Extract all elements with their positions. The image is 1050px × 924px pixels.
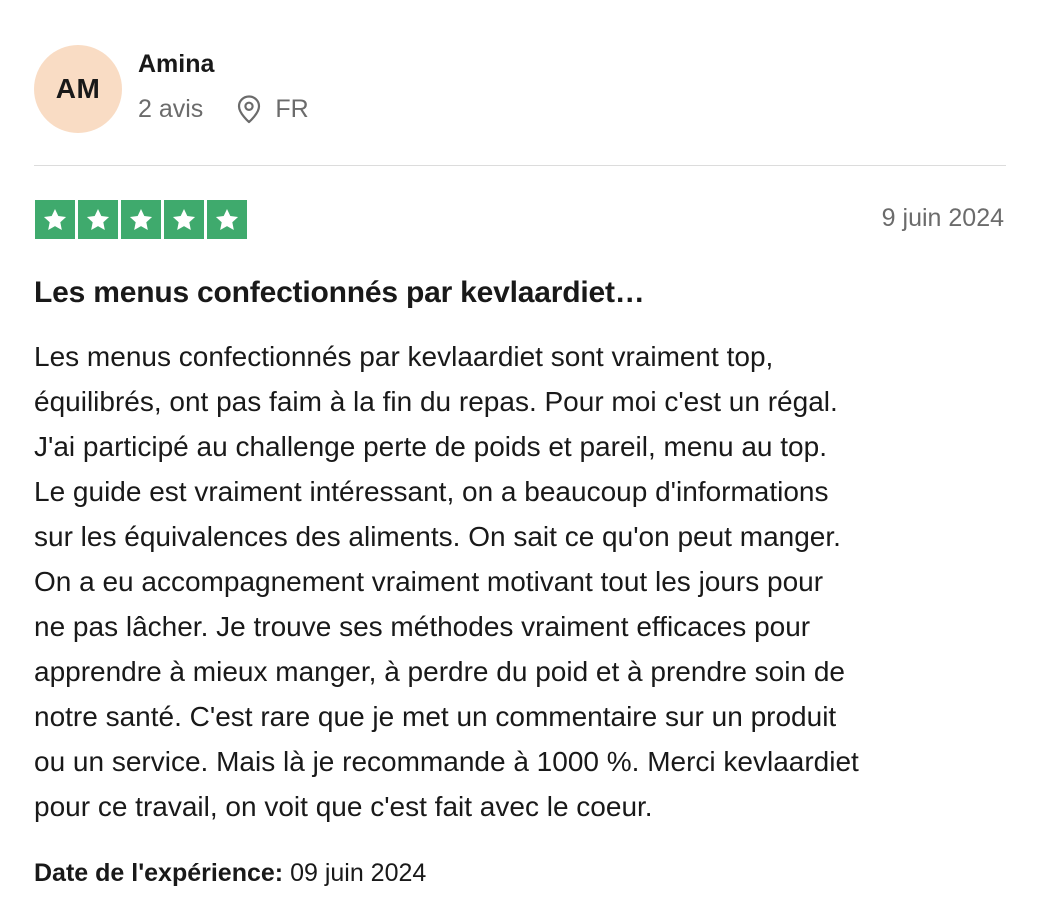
country-code: FR [275, 94, 309, 123]
star-icon [35, 200, 75, 239]
star-icon [121, 200, 161, 239]
review-body-line: ne pas lâcher. Je trouve ses méthodes vr… [34, 611, 811, 642]
avatar[interactable]: AM [34, 45, 122, 133]
review-body-line: notre santé. C'est rare que je met un co… [34, 701, 837, 732]
star-icon [78, 200, 118, 239]
review-body-line: équilibrés, ont pas faim à la fin du rep… [34, 386, 838, 417]
review-date: 9 juin 2024 [881, 204, 1004, 232]
review-title[interactable]: Les menus confectionnés par kevlaardiet… [34, 276, 645, 310]
review-body-line: Le guide est vraiment intéressant, on a … [34, 476, 829, 507]
reviewer-location: FR [235, 94, 309, 124]
reviewer-name[interactable]: Amina [138, 50, 214, 79]
review-body-line: ou un service. Mais là je recommande à 1… [34, 746, 859, 777]
star-rating [35, 200, 247, 239]
review-count: 2 avis [138, 94, 204, 123]
review-body-line: J'ai participé au challenge perte de poi… [34, 431, 827, 462]
star-icon [207, 200, 247, 239]
experience-label: Date de l'expérience: [34, 859, 284, 887]
review-body-line: On a eu accompagnement vraiment motivant… [34, 566, 824, 597]
experience-date: Date de l'expérience: 09 juin 2024 [34, 859, 426, 888]
review-body-line: Les menus confectionnés par kevlaardiet … [34, 341, 774, 372]
review-body-line: pour ce travail, on voit que c'est fait … [34, 791, 653, 822]
review-card: AM Amina 2 avis FR 9 juin 2024 Les menus… [0, 0, 1050, 924]
avatar-initials: AM [55, 73, 101, 104]
review-body: Les menus confectionnés par kevlaardiet … [34, 334, 1014, 829]
experience-value: 09 juin 2024 [290, 859, 427, 887]
review-body-line: apprendre à mieux manger, à perdre du po… [34, 656, 845, 687]
review-body-line: sur les équivalences des aliments. On sa… [34, 521, 841, 552]
divider [34, 165, 1006, 166]
map-pin-icon [235, 94, 263, 124]
reviewer-meta: 2 avis FR [138, 94, 309, 124]
star-icon [164, 200, 204, 239]
